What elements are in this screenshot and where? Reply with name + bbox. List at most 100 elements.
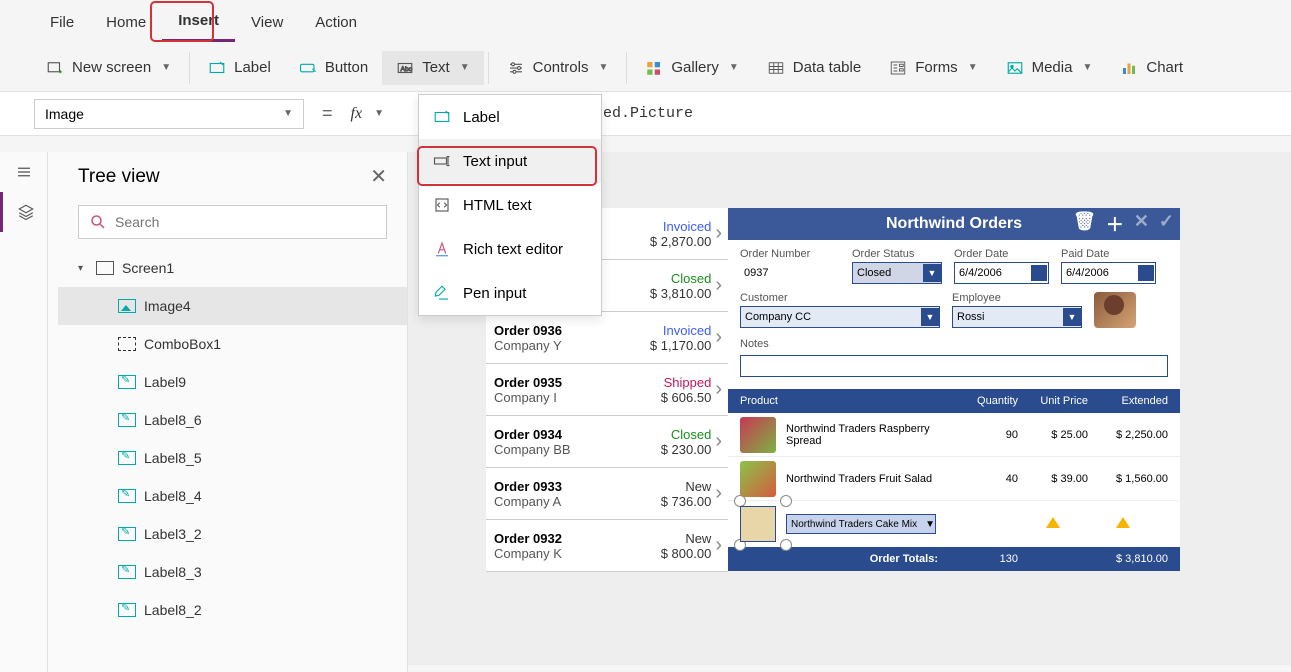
calendar-icon — [1138, 265, 1154, 281]
order-row[interactable]: Order 0933Company A New$ 736.00› — [486, 468, 728, 520]
employee-select[interactable]: Rossi▼ — [952, 306, 1082, 328]
tree-item-combobox1[interactable]: ComboBox1 — [58, 325, 407, 363]
tree-view-rail-button[interactable] — [0, 192, 48, 232]
chevron-right-icon: › — [715, 430, 722, 453]
button-button[interactable]: Button — [285, 51, 382, 85]
tree-search[interactable] — [78, 205, 387, 239]
data-table-button[interactable]: Data table — [753, 51, 875, 85]
label-icon — [118, 451, 136, 465]
tree-item-label8-5[interactable]: Label8_5 — [58, 439, 407, 477]
check-icon[interactable]: ✓ — [1159, 211, 1174, 237]
menu-view[interactable]: View — [235, 4, 299, 41]
tree-root-screen1[interactable]: ▾ Screen1 — [58, 249, 407, 287]
label-button[interactable]: Label — [194, 51, 285, 85]
selection-handle[interactable] — [780, 495, 792, 507]
cancel-icon[interactable]: ✕ — [1134, 211, 1149, 237]
ribbon: New screen▼ Label Button Abc Text▼ Contr… — [0, 44, 1291, 92]
media-icon — [1006, 59, 1024, 77]
combobox-icon — [118, 337, 136, 351]
label-icon — [118, 527, 136, 541]
chevron-right-icon: › — [715, 378, 722, 401]
forms-icon — [889, 59, 907, 77]
media-dropdown-button[interactable]: Media▼ — [992, 51, 1107, 85]
data-table-icon — [767, 59, 785, 77]
fx-label: fx — [351, 105, 363, 123]
dropdown-item-text-input[interactable]: Text input — [419, 139, 601, 183]
label-icon — [118, 603, 136, 617]
order-number-field: 0937 — [740, 262, 840, 284]
tree-item-label8-4[interactable]: Label8_4 — [58, 477, 407, 515]
property-selector[interactable]: Image▼ — [34, 99, 304, 129]
order-row[interactable]: Order 0935Company I Shipped$ 606.50› — [486, 364, 728, 416]
caret-down-icon[interactable]: ▾ — [78, 263, 88, 274]
dropdown-item-html-text[interactable]: HTML text — [419, 183, 601, 227]
calendar-icon — [1031, 265, 1047, 281]
tree-item-label9[interactable]: Label9 — [58, 363, 407, 401]
controls-dropdown-button[interactable]: Controls▼ — [493, 51, 623, 85]
menu-action[interactable]: Action — [299, 4, 373, 41]
plus-icon[interactable]: ＋ — [1106, 211, 1124, 237]
order-date-picker[interactable]: 6/4/2006 — [954, 262, 1049, 284]
new-product-row[interactable]: Northwind Traders Cake Mix▼ — [728, 501, 1180, 547]
dropdown-item-label[interactable]: Label — [419, 95, 601, 139]
notes-input[interactable] — [740, 355, 1168, 377]
detail-header: Northwind Orders 🗑 ＋ ✕ ✓ — [728, 208, 1180, 240]
close-tree-button[interactable]: ✕ — [370, 164, 387, 189]
formula-bar: Image▼ = fx▼ ted.Picture — [0, 92, 1291, 136]
product-row[interactable]: Northwind Traders Raspberry Spread90$ 25… — [728, 413, 1180, 457]
gallery-dropdown-button[interactable]: Gallery▼ — [631, 51, 752, 85]
controls-icon — [507, 59, 525, 77]
screen-icon — [96, 261, 114, 275]
text-dropdown-button[interactable]: Abc Text▼ — [382, 51, 483, 85]
forms-dropdown-button[interactable]: Forms▼ — [875, 51, 991, 85]
totals-row: Order Totals:130$ 3,810.00 — [728, 547, 1180, 571]
fx-chevron-icon[interactable]: ▼ — [374, 108, 384, 119]
warning-icon — [1116, 517, 1130, 528]
tree-item-label8-2[interactable]: Label8_2 — [58, 591, 407, 629]
customer-select[interactable]: Company CC▼ — [740, 306, 940, 328]
chevron-right-icon: › — [715, 534, 722, 557]
paid-date-picker[interactable]: 6/4/2006 — [1061, 262, 1156, 284]
tree-list: ▾ Screen1 Image4 ComboBox1 Label9 Label8… — [48, 249, 407, 629]
dropdown-item-pen-input[interactable]: Pen input — [419, 271, 601, 315]
html-text-icon — [433, 196, 451, 214]
tree-item-label8-3[interactable]: Label8_3 — [58, 553, 407, 591]
dropdown-item-rich-text[interactable]: Rich text editor — [419, 227, 601, 271]
label-icon — [118, 489, 136, 503]
product-thumb — [740, 417, 776, 453]
label-icon — [433, 108, 451, 126]
tree-item-label3-2[interactable]: Label3_2 — [58, 515, 407, 553]
gallery-icon — [645, 59, 663, 77]
text-input-icon — [433, 152, 451, 170]
new-screen-button[interactable]: New screen▼ — [32, 51, 185, 85]
order-row[interactable]: Order 0932Company K New$ 800.00› — [486, 520, 728, 572]
menubar: File Home Insert View Action — [0, 0, 1291, 44]
tree-item-label8-6[interactable]: Label8_6 — [58, 401, 407, 439]
text-dropdown-menu: Label Text input HTML text Rich text edi… — [418, 94, 602, 316]
warning-icon — [1046, 517, 1060, 528]
tree-search-input[interactable] — [115, 214, 376, 230]
menu-file[interactable]: File — [34, 4, 90, 41]
image-icon — [118, 299, 136, 313]
employee-avatar — [1094, 292, 1136, 328]
order-row[interactable]: Order 0936Company Y Invoiced$ 1,170.00› — [486, 312, 728, 364]
hamburger-button[interactable] — [0, 152, 48, 192]
detail-panel: Northwind Orders 🗑 ＋ ✕ ✓ Order Number093… — [728, 208, 1180, 571]
menu-home[interactable]: Home — [90, 4, 162, 41]
product-combobox[interactable]: Northwind Traders Cake Mix▼ — [786, 514, 936, 534]
label-icon — [118, 413, 136, 427]
product-table-header: ProductQuantityUnit PriceExtended — [728, 389, 1180, 413]
selection-handle[interactable] — [780, 539, 792, 551]
chart-button[interactable]: Chart — [1106, 51, 1197, 85]
trash-icon[interactable]: 🗑 — [1073, 211, 1096, 237]
rich-text-icon — [433, 240, 451, 258]
tree-item-image4[interactable]: Image4 — [58, 287, 407, 325]
label-icon — [208, 59, 226, 77]
menu-insert[interactable]: Insert — [162, 2, 235, 42]
chevron-right-icon: › — [715, 222, 722, 245]
order-status-select[interactable]: Closed▼ — [852, 262, 942, 284]
product-row[interactable]: Northwind Traders Fruit Salad40$ 39.00$ … — [728, 457, 1180, 501]
selected-image-control[interactable] — [740, 506, 776, 542]
order-row[interactable]: Order 0934Company BB Closed$ 230.00› — [486, 416, 728, 468]
svg-text:Abc: Abc — [401, 66, 413, 73]
